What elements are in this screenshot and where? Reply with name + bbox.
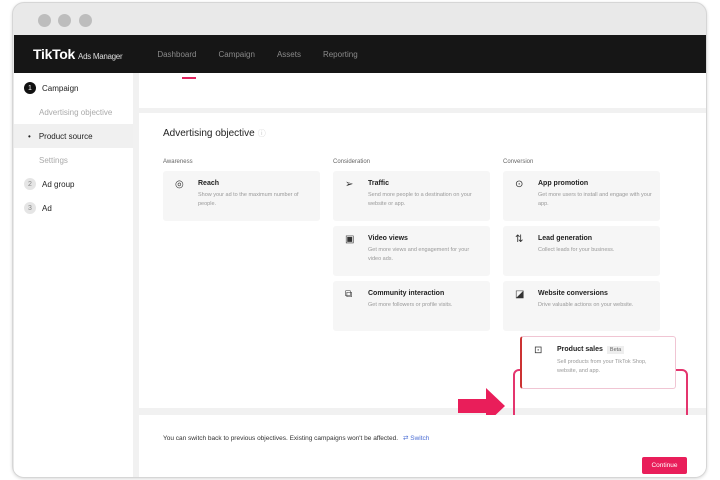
objective-name: Reach <box>198 180 220 187</box>
objective-desc: Collect leads for your business. <box>538 247 615 253</box>
browser-window: TikTok Ads Manager Dashboard Campaign Ass… <box>12 2 707 478</box>
window-dot <box>38 14 51 27</box>
objective-desc: Drive valuable actions on your website. <box>538 302 634 308</box>
active-tab-indicator <box>182 77 196 79</box>
continue-button[interactable]: Continue <box>642 457 687 474</box>
objective-name: Product sales <box>557 346 603 353</box>
nav-campaign[interactable]: Campaign <box>218 50 254 59</box>
objective-traffic[interactable]: ➢ Traffic Send more people to a destinatio… <box>333 171 490 221</box>
column-conversion: Conversion <box>503 159 534 165</box>
column-awareness: Awareness <box>163 159 193 165</box>
sidebar-item-product-source[interactable]: • Product source <box>14 124 133 148</box>
objective-desc: Send more people to a destination on you… <box>368 192 472 207</box>
objective-lead-generation[interactable]: ⇅ Lead generation Collect leads for your b… <box>503 226 660 276</box>
sidebar-item-campaign[interactable]: 1 Campaign <box>14 76 133 100</box>
bullet-icon: • <box>28 131 31 141</box>
switch-note: You can switch back to previous objectiv… <box>163 434 429 442</box>
objective-desc: Get more views and engagement for your v… <box>368 247 470 262</box>
objective-community-interaction[interactable]: ⧉ Community interaction Get more followers… <box>333 281 490 331</box>
objective-product-sales[interactable]: ⊡ Product sales Beta Sell products from you… <box>520 336 676 389</box>
objective-name: Community interaction <box>368 290 445 297</box>
objective-name: Video views <box>368 235 408 242</box>
column-consideration: Consideration <box>333 159 371 165</box>
top-nav: TikTok Ads Manager Dashboard Campaign Ass… <box>14 35 706 73</box>
community-icon: ⧉ <box>345 289 353 300</box>
objective-desc: Get more users to install and engage wit… <box>538 192 652 207</box>
window-dot <box>79 14 92 27</box>
objective-desc: Show your ad to the maximum number of pe… <box>198 192 299 207</box>
objective-reach[interactable]: ◎ Reach Show your ad to the maximum number… <box>163 171 320 221</box>
logo-text: TikTok <box>33 46 76 62</box>
objective-desc: Sell products from your TikTok Shop, web… <box>557 359 647 374</box>
step-number: 1 <box>24 82 36 94</box>
sidebar-label: Campaign <box>42 83 79 93</box>
tab-card <box>139 73 706 108</box>
sidebar-item-ad-group[interactable]: 2 Ad group <box>14 172 133 196</box>
objective-desc: Get more followers or profile visits. <box>368 302 453 308</box>
step-number: 3 <box>24 202 36 214</box>
video-icon: ▣ <box>345 234 355 245</box>
sidebar-label: Ad group <box>42 179 75 189</box>
sidebar-label: Advertising objective <box>39 107 113 117</box>
objective-name: App promotion <box>538 180 589 187</box>
sidebar-label: Settings <box>39 155 68 165</box>
title-text: Advertising objective <box>163 128 255 139</box>
main-content: Advertising objective ⓘ Awareness Conside… <box>133 73 706 477</box>
objective-name: Lead generation <box>538 235 593 242</box>
lead-icon: ⇅ <box>515 234 524 245</box>
sidebar-item-ad[interactable]: 3 Ad <box>14 196 133 220</box>
note-text: You can switch back to previous objectiv… <box>163 435 399 442</box>
sidebar-label: Ad <box>42 203 52 213</box>
step-number: 2 <box>24 178 36 190</box>
window-dot <box>58 14 71 27</box>
section-title: Advertising objective ⓘ <box>163 128 266 139</box>
nav-dashboard[interactable]: Dashboard <box>157 50 196 59</box>
reach-icon: ◎ <box>175 179 184 190</box>
shopping-bag-icon: ⊡ <box>534 345 543 356</box>
logo-sub: Ads Manager <box>78 52 123 61</box>
sidebar: 1 Campaign Advertising objective • Product… <box>14 73 133 477</box>
objective-name: Traffic <box>368 180 390 187</box>
sidebar-label: Product source <box>38 131 93 141</box>
app-icon: ⊙ <box>515 179 524 190</box>
nav-assets[interactable]: Assets <box>277 50 301 59</box>
footer-card: You can switch back to previous objectiv… <box>139 415 706 477</box>
info-icon[interactable]: ⓘ <box>258 129 266 138</box>
switch-link[interactable]: ⇄ Switch <box>403 435 429 442</box>
objective-website-conversions[interactable]: ◪ Website conversions Drive valuable actio… <box>503 281 660 331</box>
sidebar-item-advertising-objective[interactable]: Advertising objective <box>14 100 133 124</box>
objective-card: Advertising objective ⓘ Awareness Conside… <box>139 113 706 439</box>
sidebar-item-settings[interactable]: Settings <box>14 148 133 172</box>
objective-app-promotion[interactable]: ⊙ App promotion Get more users to install … <box>503 171 660 221</box>
nav-reporting[interactable]: Reporting <box>323 50 358 59</box>
tiktok-logo[interactable]: TikTok Ads Manager <box>33 46 123 62</box>
chart-icon: ◪ <box>515 289 525 300</box>
beta-badge: Beta <box>606 346 625 354</box>
objective-video-views[interactable]: ▣ Video views Get more views and engagemen… <box>333 226 490 276</box>
objective-name: Website conversions <box>538 290 608 297</box>
cursor-icon: ➢ <box>345 179 354 190</box>
